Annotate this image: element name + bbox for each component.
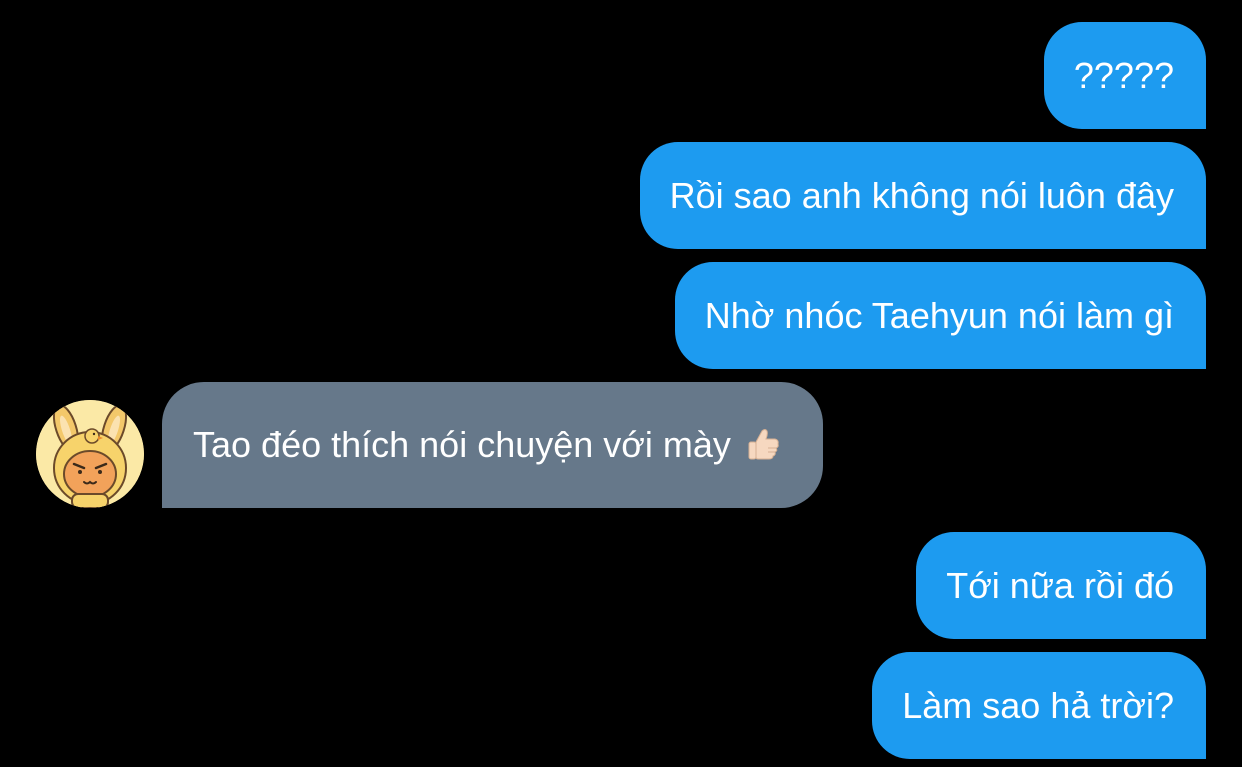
cartoon-bunny-avatar-icon [36, 400, 144, 508]
thumbs-up-icon [743, 425, 783, 465]
outgoing-message-bubble[interactable]: ????? [1043, 22, 1206, 129]
avatar[interactable] [36, 400, 144, 508]
message-text: Nhờ nhóc Taehyun nói làm gì [704, 294, 1174, 336]
outgoing-message-bubble[interactable]: Tới nữa rồi đó [916, 532, 1206, 639]
message-text: Tao đéo thích nói chuyện với mày [193, 424, 731, 465]
message-text: Tới nữa rồi đó [946, 564, 1174, 606]
outgoing-message-bubble[interactable]: Rồi sao anh không nói luôn đây [639, 142, 1206, 249]
message-text: Làm sao hả trời? [902, 684, 1174, 726]
message-text: Rồi sao anh không nói luôn đây [669, 174, 1174, 216]
incoming-message-bubble[interactable]: Tao đéo thích nói chuyện với mày [162, 382, 823, 508]
outgoing-message-bubble[interactable]: Làm sao hả trời? [872, 652, 1206, 759]
outgoing-message-bubble[interactable]: Nhờ nhóc Taehyun nói làm gì [674, 262, 1206, 369]
message-text: ????? [1073, 54, 1174, 96]
